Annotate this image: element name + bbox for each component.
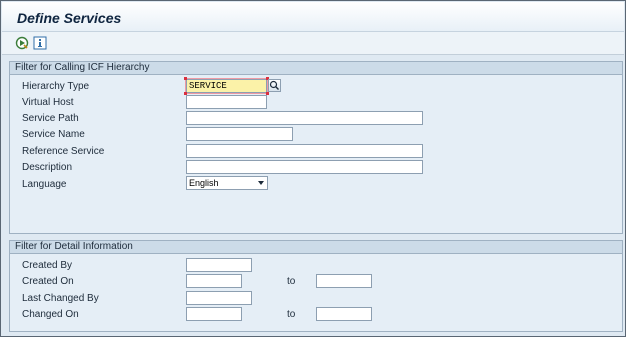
title-bar: Define Services bbox=[2, 2, 624, 32]
created-by-field[interactable] bbox=[186, 258, 252, 272]
selection-corner bbox=[184, 77, 187, 80]
virtual-host-label: Virtual Host bbox=[22, 97, 74, 108]
last-changed-by-field[interactable] bbox=[186, 291, 252, 305]
virtual-host-field[interactable] bbox=[186, 95, 267, 109]
group-heading: Filter for Calling ICF Hierarchy bbox=[10, 62, 622, 75]
changed-on-to-label: to bbox=[287, 309, 296, 320]
changed-on-to-field[interactable] bbox=[316, 307, 372, 321]
language-label: Language bbox=[22, 179, 67, 190]
created-on-from-field[interactable] bbox=[186, 274, 242, 288]
group-heading: Filter for Detail Information bbox=[10, 241, 622, 254]
language-selected-value: English bbox=[189, 178, 219, 188]
information-icon[interactable] bbox=[33, 36, 47, 50]
language-dropdown[interactable]: English bbox=[186, 176, 268, 190]
execute-icon[interactable] bbox=[15, 36, 29, 50]
hierarchy-type-field[interactable]: SERVICE bbox=[185, 78, 268, 94]
detail-information-filter-group: Filter for Detail Information Created By… bbox=[9, 240, 623, 332]
created-by-label: Created By bbox=[22, 260, 73, 271]
reference-service-label: Reference Service bbox=[22, 146, 105, 157]
created-on-to-field[interactable] bbox=[316, 274, 372, 288]
reference-service-field[interactable] bbox=[186, 144, 423, 158]
changed-on-from-field[interactable] bbox=[186, 307, 242, 321]
window-frame: Define Services Filter for Calling ICF H… bbox=[0, 0, 626, 337]
page-title: Define Services bbox=[17, 10, 122, 26]
hierarchy-type-label: Hierarchy Type bbox=[22, 81, 90, 92]
application-toolbar bbox=[2, 32, 624, 55]
chevron-down-icon bbox=[258, 181, 264, 185]
service-name-label: Service Name bbox=[22, 129, 85, 140]
last-changed-by-label: Last Changed By bbox=[22, 293, 99, 304]
changed-on-label: Changed On bbox=[22, 309, 79, 320]
service-path-label: Service Path bbox=[22, 113, 79, 124]
search-help-icon[interactable] bbox=[268, 79, 281, 92]
created-on-label: Created On bbox=[22, 276, 74, 287]
icf-hierarchy-filter-group: Filter for Calling ICF Hierarchy Hierarc… bbox=[9, 61, 623, 234]
service-name-field[interactable] bbox=[186, 127, 293, 141]
description-label: Description bbox=[22, 162, 73, 173]
created-on-to-label: to bbox=[287, 276, 296, 287]
service-path-field[interactable] bbox=[186, 111, 423, 125]
description-field[interactable] bbox=[186, 160, 423, 174]
